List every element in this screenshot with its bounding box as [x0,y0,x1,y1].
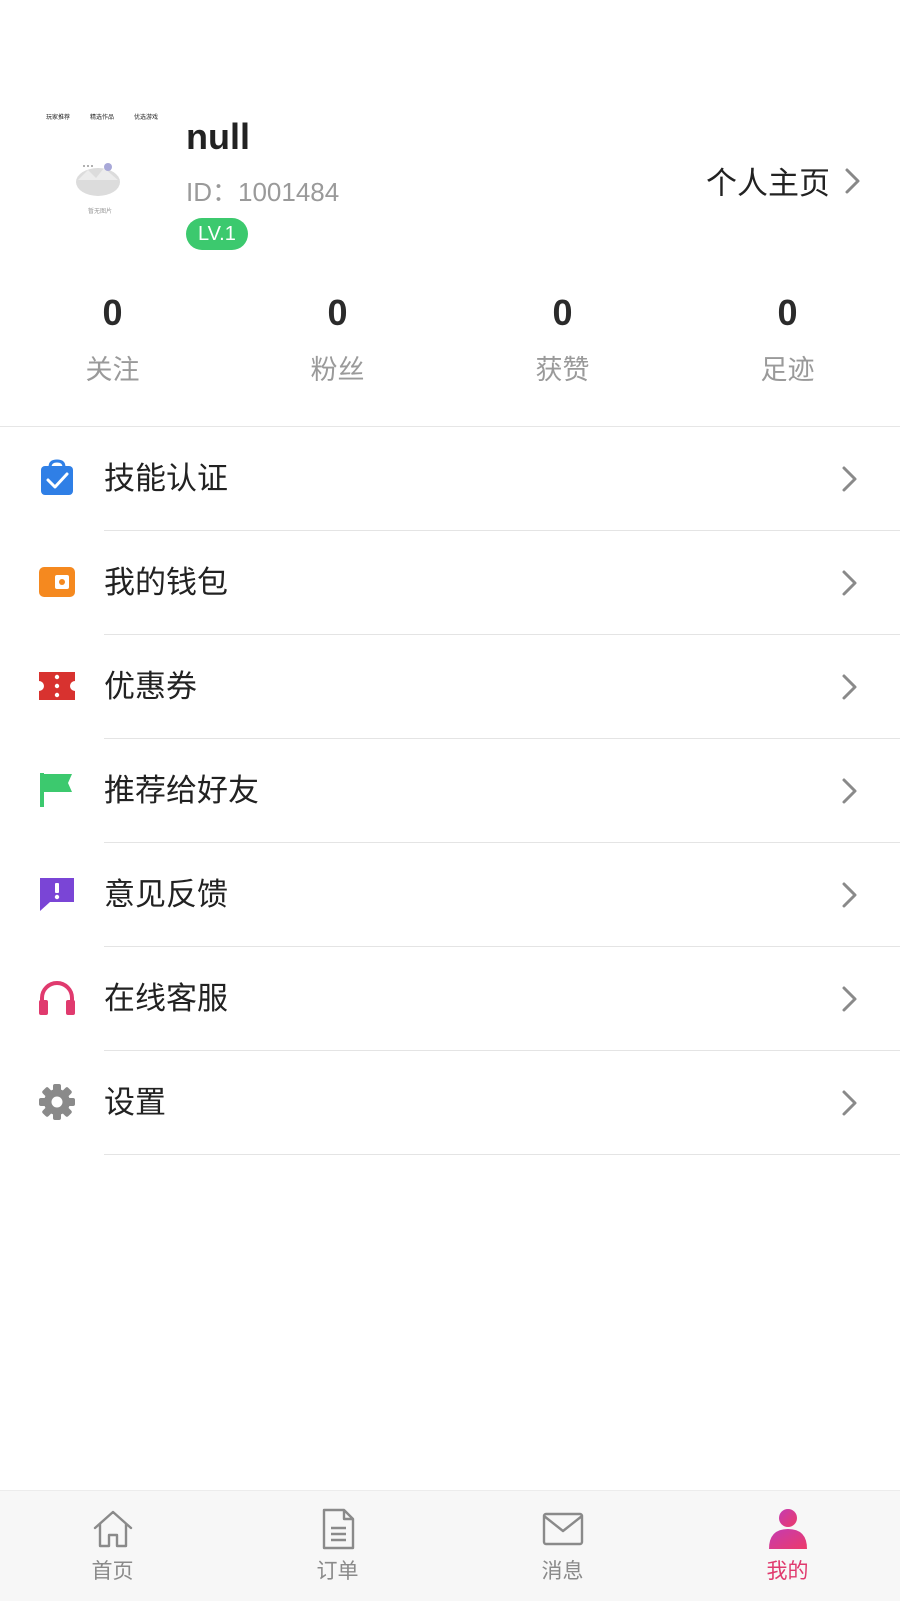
user-name: null [186,116,250,157]
chevron-right-icon [842,986,857,1012]
headset-icon [39,981,75,1015]
bag-check-icon [41,459,73,495]
menu-item-settings[interactable]: 设置 [0,1051,900,1155]
menu-label: 推荐给好友 [104,773,259,809]
menu-label: 在线客服 [104,981,228,1017]
avatar-mini-label: 玩家推荐 [46,114,71,121]
document-icon [322,1508,354,1550]
stat-label: 获赞 [535,355,590,386]
chevron-right-icon [842,778,857,804]
user-id: ID：1001484 [186,177,340,207]
stat-likes[interactable]: 0 获赞 [450,288,675,408]
status-bar [0,0,900,100]
tab-messages[interactable]: 消息 [450,1491,675,1601]
chevron-right-icon [842,1090,857,1116]
person-icon [768,1509,807,1549]
stat-followers[interactable]: 0 粉丝 [225,288,450,408]
menu-item-feedback[interactable]: 意见反馈 [0,843,900,947]
tab-label: 首页 [91,1559,134,1583]
chevron-right-icon [842,674,857,700]
menu-label: 设置 [104,1085,166,1121]
stat-value: 0 [102,292,123,333]
menu-list: 技能认证 我的钱包 优惠券 推荐给好友 意见反馈 在线客服 设置 [0,427,900,1155]
placeholder-image-icon [76,163,120,196]
chevron-right-icon [842,570,857,596]
level-badge: LV.1 [186,218,248,250]
stat-value: 0 [327,292,348,333]
avatar-caption: 暂无图片 [88,208,113,215]
chevron-right-icon [842,466,857,492]
menu-label: 我的钱包 [104,565,228,601]
gear-icon [39,1084,75,1120]
stat-value: 0 [777,292,798,333]
stat-following[interactable]: 0 关注 [0,288,225,408]
avatar[interactable]: 玩家推荐 精选作品 优选游戏 暂无图片 [40,110,160,230]
avatar-mini-label: 精选作品 [90,114,115,121]
tab-label: 我的 [766,1559,809,1583]
mail-icon [542,1512,583,1546]
tab-orders[interactable]: 订单 [225,1491,450,1601]
menu-item-skill-certification[interactable]: 技能认证 [0,427,900,531]
menu-item-online-service[interactable]: 在线客服 [0,947,900,1051]
divider [104,1154,900,1155]
stat-label: 关注 [85,355,140,386]
chevron-right-icon [842,882,857,908]
avatar-mini-label: 优选游戏 [134,114,159,121]
personal-homepage-link[interactable]: 个人主页 [706,158,864,203]
menu-label: 意见反馈 [104,877,228,913]
menu-label: 技能认证 [104,461,228,497]
menu-item-recommend-friends[interactable]: 推荐给好友 [0,739,900,843]
chevron-right-icon [845,168,860,193]
tab-home[interactable]: 首页 [0,1491,225,1601]
stat-footprints[interactable]: 0 足迹 [675,288,900,408]
bottom-tab-bar: 首页 订单 消息 我的 [0,1490,900,1601]
flag-icon [40,773,72,807]
stat-label: 粉丝 [310,355,365,386]
stat-value: 0 [552,292,573,333]
tab-label: 订单 [316,1559,359,1583]
tab-label: 消息 [541,1559,584,1583]
coupon-icon [39,672,75,700]
personal-homepage-label: 个人主页 [706,166,830,202]
menu-item-my-wallet[interactable]: 我的钱包 [0,531,900,635]
home-icon [93,1510,132,1548]
menu-item-coupons[interactable]: 优惠券 [0,635,900,739]
wallet-icon [39,567,75,597]
stats-row: 0 关注 0 粉丝 0 获赞 0 足迹 [0,288,900,408]
menu-label: 优惠券 [104,669,197,705]
stat-label: 足迹 [760,355,815,386]
tab-mine[interactable]: 我的 [675,1491,900,1601]
profile-header: 玩家推荐 精选作品 优选游戏 暂无图片 null ID：1001484 LV.1… [0,100,900,260]
feedback-icon [40,878,74,911]
